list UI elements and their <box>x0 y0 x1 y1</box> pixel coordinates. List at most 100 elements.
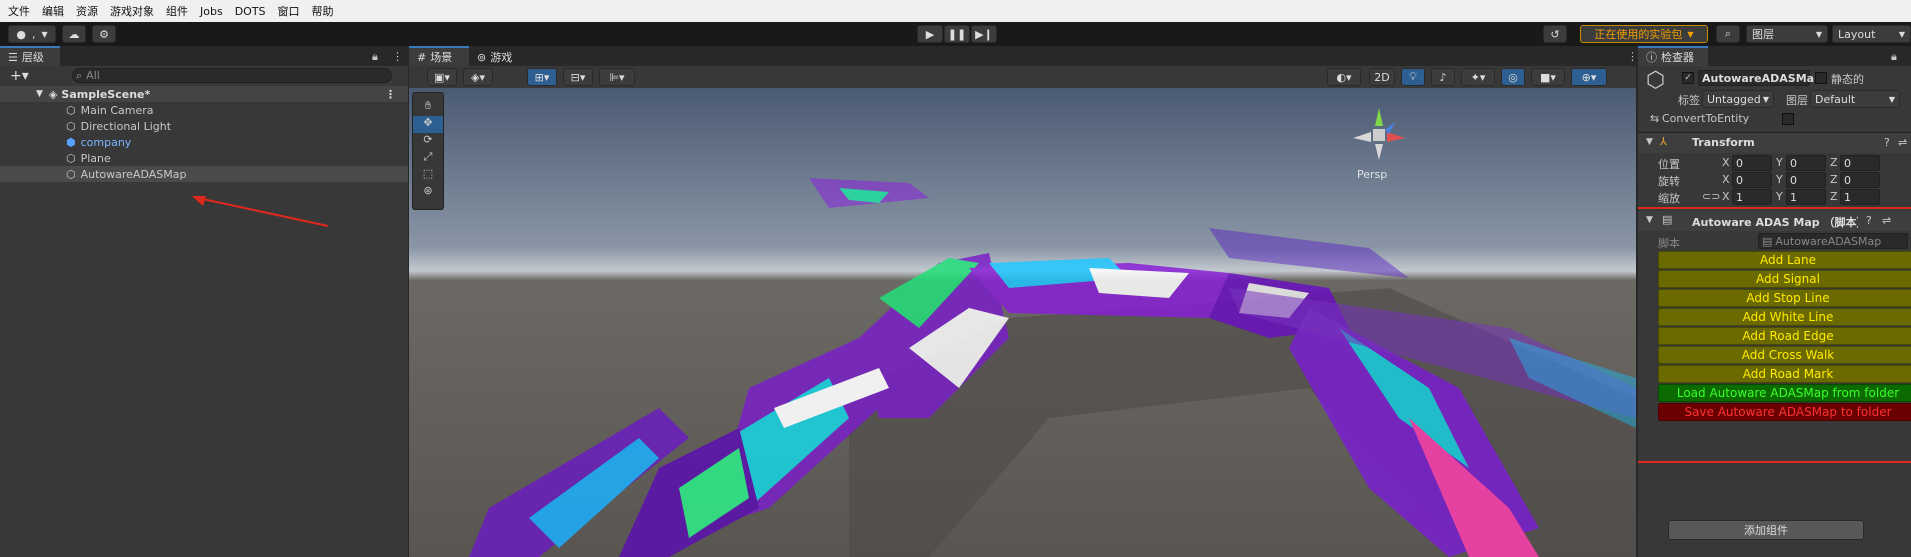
scale-y-field[interactable]: 1 <box>1786 189 1826 205</box>
rotate-tool-icon[interactable]: ⟳ <box>413 133 443 150</box>
lock-icon[interactable]: 🔒︎ <box>1891 50 1897 64</box>
more-menu-icon[interactable]: ⋮ <box>392 50 403 63</box>
position-x-field[interactable]: 0 <box>1732 155 1772 171</box>
rotation-y-field[interactable]: 0 <box>1786 172 1826 188</box>
collab-button[interactable]: ⚙ <box>92 25 116 43</box>
layer-dropdown[interactable]: Default ▼ <box>1810 90 1900 108</box>
layers-dropdown[interactable]: 图层 ▼ <box>1746 25 1828 43</box>
cube-icon: ⬡ <box>66 103 76 117</box>
position-y-field[interactable]: 0 <box>1786 155 1826 171</box>
tag-dropdown[interactable]: Untagged ▼ <box>1702 90 1774 108</box>
play-button[interactable]: ▶ <box>917 25 943 43</box>
list-item[interactable]: ⬢ company <box>0 134 408 150</box>
rotation-z-field[interactable]: 0 <box>1840 172 1880 188</box>
list-item[interactable]: ⬡ Plane <box>0 150 408 166</box>
increment-snap-button[interactable]: ⊫▾ <box>599 68 635 86</box>
render-dropdown[interactable]: ◐▾ <box>1327 68 1361 86</box>
more-menu-icon[interactable]: ⋮ <box>385 88 396 101</box>
rotation-row: 旋转 X 0 Y 0 Z 0 <box>1638 172 1911 188</box>
orientation-gizmo[interactable] <box>1349 104 1409 164</box>
highlight-annotation-box <box>1638 207 1911 463</box>
chevron-down-icon: ▼ <box>1815 29 1822 39</box>
menu-window[interactable]: 窗口 <box>278 3 300 19</box>
render-mode-dropdown[interactable]: ◈▾ <box>463 68 493 86</box>
scale-z-field[interactable]: 1 <box>1840 189 1880 205</box>
menu-gameobject[interactable]: 游戏对象 <box>110 3 154 19</box>
hierarchy-search-input[interactable]: ⌕ All <box>72 68 392 83</box>
tab-game[interactable]: ⊚ 游戏 <box>469 46 525 66</box>
mode-2d-label: 2D <box>1374 70 1390 84</box>
rotation-x-field[interactable]: 0 <box>1732 172 1772 188</box>
list-item[interactable]: ⬡ Main Camera <box>0 102 408 118</box>
axis-z-label: Z <box>1830 190 1838 203</box>
scale-x-field[interactable]: 1 <box>1732 189 1772 205</box>
tab-inspector[interactable]: ⓘ 检查器 <box>1638 46 1708 66</box>
layout-dropdown[interactable]: Layout ▼ <box>1832 25 1911 43</box>
grid-snap-button[interactable]: ⊟▾ <box>563 68 593 86</box>
draw-mode-dropdown[interactable]: ▣▾ <box>427 68 457 86</box>
menu-assets[interactable]: 资源 <box>76 3 98 19</box>
menu-edit[interactable]: 编辑 <box>42 3 64 19</box>
convert-checkbox[interactable] <box>1782 113 1794 125</box>
link-icon[interactable]: ⊂⊃ <box>1702 190 1720 203</box>
active-checkbox[interactable]: ✓ <box>1682 72 1694 84</box>
lightbulb-icon: 💡︎ <box>1409 70 1417 83</box>
chevron-down-icon: ▼ <box>1888 94 1895 104</box>
hand-tool-icon[interactable]: ✋︎ <box>413 99 443 116</box>
list-icon: ☰ <box>8 50 18 64</box>
cloud-button[interactable]: ☁ <box>62 25 86 43</box>
audio-toggle[interactable]: ♪ <box>1431 68 1455 86</box>
preview-packages-button[interactable]: 正在使用的实验包 ▼ <box>1580 25 1708 43</box>
effects-dropdown[interactable]: ✦▾ <box>1461 68 1495 86</box>
convert-icon: ⇆ <box>1650 112 1660 125</box>
step-button[interactable]: ▶❙ <box>971 25 997 43</box>
transform-header[interactable]: ▼ ⅄ Transform ? ⇌ <box>1638 133 1911 153</box>
position-z-field[interactable]: 0 <box>1840 155 1880 171</box>
transform-tool-icon[interactable]: ⊛ <box>413 184 443 201</box>
move-snap-button[interactable]: ⊞▾ <box>527 68 557 86</box>
static-checkbox[interactable] <box>1815 72 1827 84</box>
pause-button[interactable]: ❚❚ <box>944 25 970 43</box>
axis-z-label: Z <box>1830 156 1838 169</box>
scale-tool-icon[interactable]: ⤢ <box>413 150 443 167</box>
settings-icon[interactable]: ⇌ <box>1898 136 1907 149</box>
hidden-objects-toggle[interactable]: ◎ <box>1501 68 1525 86</box>
scene-row[interactable]: ▼ ◈ SampleScene* ⋮ <box>0 86 408 102</box>
lighting-toggle[interactable]: 💡︎ <box>1401 68 1425 86</box>
move-tool-icon[interactable]: ✥ <box>413 116 443 133</box>
tag-value: Untagged <box>1707 92 1761 106</box>
menu-dots[interactable]: DOTS <box>235 5 266 18</box>
convert-label: ConvertToEntity <box>1662 112 1750 125</box>
transform-title: Transform <box>1692 136 1755 149</box>
effects-icon: ✦▾ <box>1470 70 1486 84</box>
tab-hierarchy[interactable]: ☰ 层级 <box>0 46 60 66</box>
projection-label[interactable]: Persp <box>1357 168 1387 181</box>
object-name-field[interactable]: AutowareADASMap <box>1698 70 1822 86</box>
axis-x-label: X <box>1722 173 1730 186</box>
point-cloud-render <box>469 178 1636 557</box>
add-component-button[interactable]: 添加组件 <box>1668 520 1864 540</box>
menu-bar: 文件 编辑 资源 游戏对象 组件 Jobs DOTS 窗口 帮助 <box>0 0 1911 22</box>
gizmos-dropdown[interactable]: ⊕▾ <box>1571 68 1607 86</box>
lock-icon[interactable]: 🔒︎ <box>372 50 378 64</box>
history-icon: ↺ <box>1550 27 1560 41</box>
history-button[interactable]: ↺ <box>1543 25 1567 43</box>
more-menu-icon[interactable]: ⋮ <box>1627 50 1638 63</box>
list-item[interactable]: ⬡ Directional Light <box>0 118 408 134</box>
search-button[interactable]: ⌕ <box>1716 25 1740 43</box>
add-object-button[interactable]: +▾ <box>10 68 29 84</box>
tab-scene[interactable]: # 场景 <box>409 46 469 66</box>
menu-jobs[interactable]: Jobs <box>200 5 223 18</box>
help-icon[interactable]: ? <box>1884 136 1890 149</box>
menu-file[interactable]: 文件 <box>8 3 30 19</box>
menu-help[interactable]: 帮助 <box>312 3 334 19</box>
camera-dropdown[interactable]: ■▾ <box>1531 68 1565 86</box>
scene-viewport[interactable]: ✋︎ ✥ ⟳ ⤢ ⬚ ⊛ Persp <box>409 88 1636 557</box>
unity-scene-icon: ◈ <box>48 87 58 101</box>
scene-panel: # 场景 ⊚ 游戏 ⋮ ▣▾ ◈▾ ⊞▾ ⊟▾ ⊫▾ ◐▾ 2D 💡︎ ♪ ✦▾ ◎… <box>409 46 1638 557</box>
account-dropdown[interactable]: ● , ▼ <box>8 25 56 43</box>
rect-tool-icon[interactable]: ⬚ <box>413 167 443 184</box>
expand-arrow-icon[interactable]: ▼ <box>36 89 43 99</box>
menu-component[interactable]: 组件 <box>166 3 188 19</box>
toggle-2d-button[interactable]: 2D <box>1369 68 1395 86</box>
